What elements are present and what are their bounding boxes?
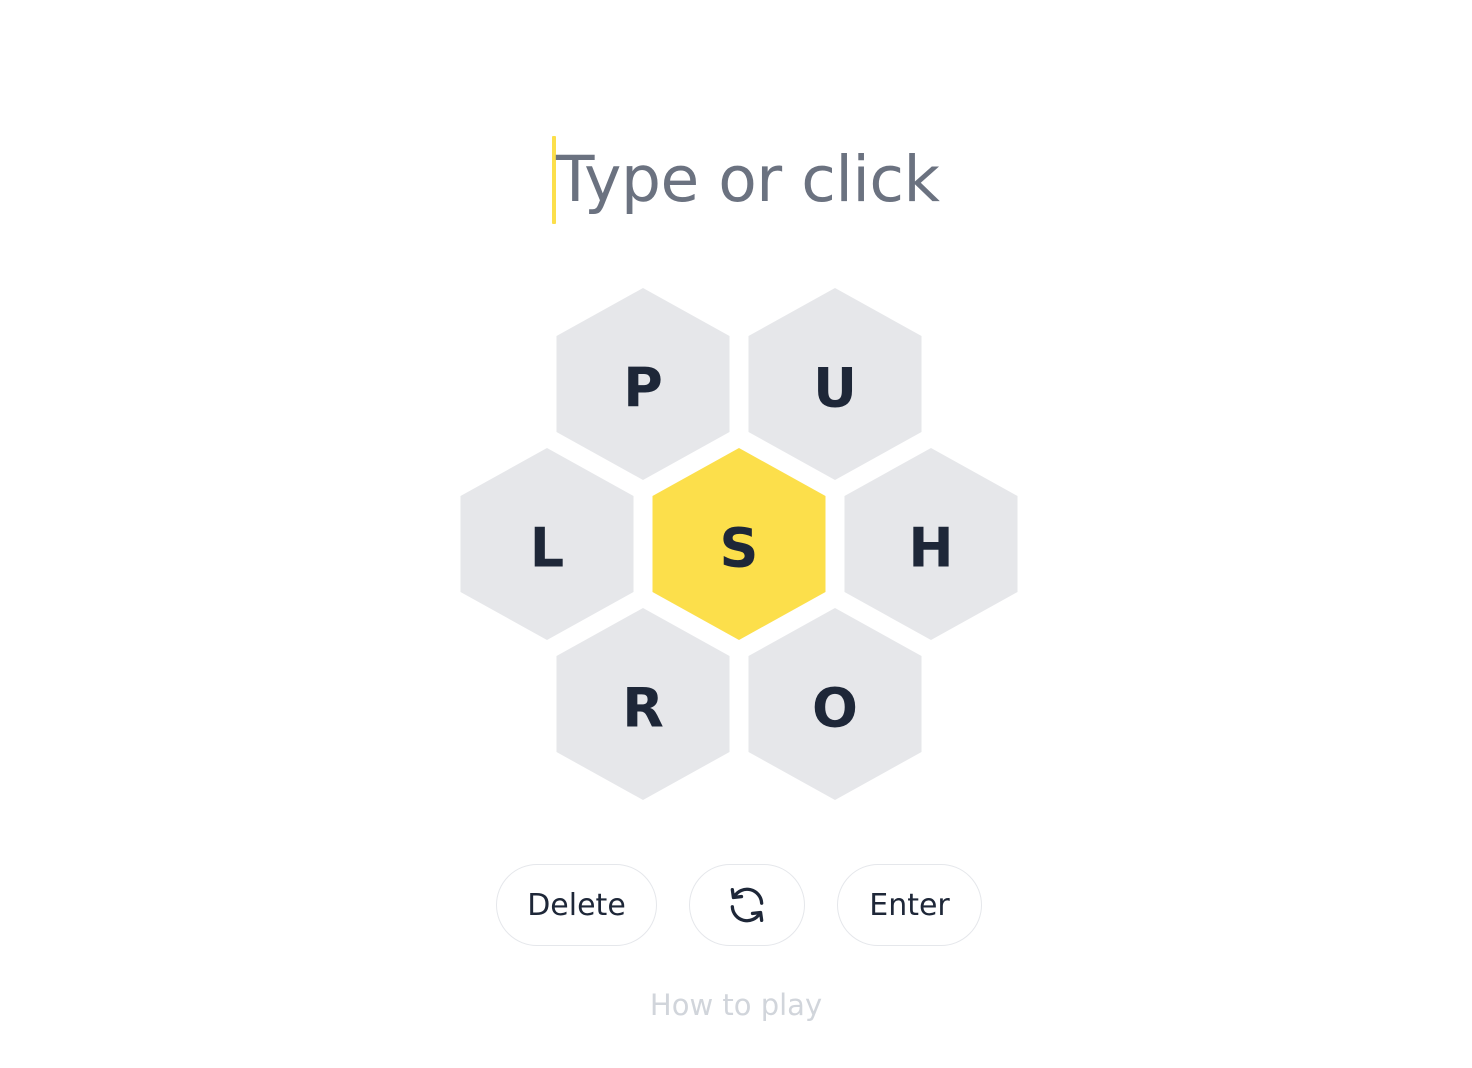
word-input[interactable]: Type or click: [552, 136, 940, 224]
refresh-icon: [725, 883, 769, 927]
hive-cell-o[interactable]: O: [748, 608, 922, 800]
hive-cell-h[interactable]: H: [844, 448, 1018, 640]
hive-cell-u[interactable]: U: [748, 288, 922, 480]
shuffle-button[interactable]: [689, 864, 805, 946]
hive-letter: O: [812, 677, 858, 740]
input-placeholder: Type or click: [556, 143, 940, 216]
hive-cell-p[interactable]: P: [556, 288, 730, 480]
delete-button[interactable]: Delete: [496, 864, 657, 946]
hive-cell-l[interactable]: L: [460, 448, 634, 640]
delete-button-label: Delete: [527, 887, 626, 923]
enter-button[interactable]: Enter: [837, 864, 982, 946]
hive-letter: U: [813, 357, 857, 420]
hive-letter: R: [622, 677, 664, 740]
hive-cell-r[interactable]: R: [556, 608, 730, 800]
hive-cell-center[interactable]: S: [652, 448, 826, 640]
hive-letter: P: [623, 357, 663, 420]
hive-letter: H: [908, 517, 953, 580]
controls-row: Delete Enter: [0, 864, 1472, 948]
hive-letter: S: [720, 517, 759, 580]
hive-letter: L: [530, 517, 564, 580]
enter-button-label: Enter: [869, 887, 950, 923]
how-to-play-link[interactable]: How to play: [0, 984, 1472, 1026]
